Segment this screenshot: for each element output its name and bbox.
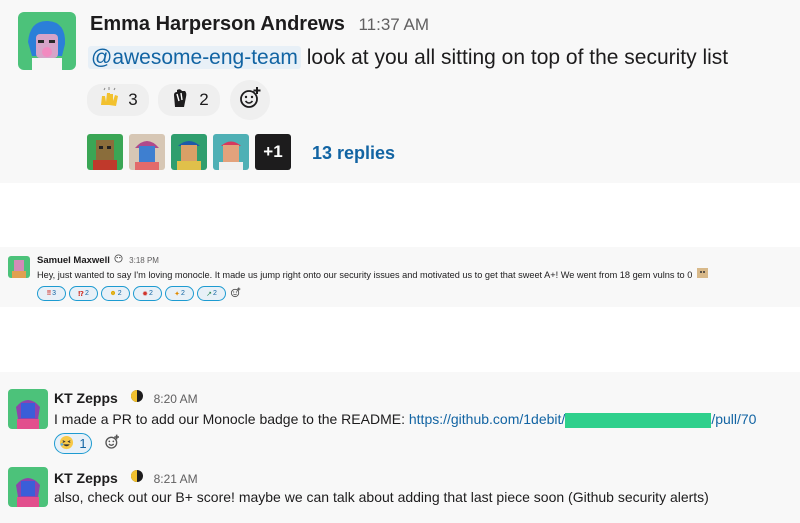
message-body: also, check out our B+ score! maybe we c…	[54, 489, 709, 505]
reaction-count: 2	[148, 290, 153, 297]
custom-emoji-icon	[694, 268, 708, 280]
reaction-chart-up[interactable]: ↗ 2	[197, 286, 226, 301]
reaction-raised-hands[interactable]: 3	[87, 84, 149, 116]
reaction-grinning-face[interactable]: ☻ 2	[101, 286, 130, 301]
reaction-count: 1	[79, 436, 87, 451]
message-body: Hey, just wanted to say I'm loving monoc…	[37, 268, 708, 280]
reaction-crab[interactable]: ✹ 2	[133, 286, 162, 301]
add-reaction-icon	[230, 285, 241, 303]
message-body: I made a PR to add our Monocle badge to …	[54, 411, 756, 428]
exclamation-question-icon: ⁉	[78, 290, 84, 298]
avatar[interactable]	[8, 389, 48, 429]
reaction-laughing[interactable]: 1	[54, 433, 92, 454]
avatar[interactable]	[8, 467, 48, 507]
reaction-count: 2	[180, 290, 185, 297]
author-name[interactable]: Samuel Maxwell	[37, 255, 110, 266]
message-kt-pr: KT Zepps 8:20 AM I made a PR to add our …	[0, 372, 800, 463]
author-name[interactable]: Emma Harperson Andrews	[90, 13, 345, 35]
reaction-count: 3	[128, 90, 138, 109]
message-header: KT Zepps 8:20 AM	[54, 389, 198, 406]
chart-up-icon: ↗	[206, 290, 212, 298]
half-moon-icon	[130, 470, 148, 486]
reaction-count: 2	[212, 290, 217, 297]
author-name[interactable]: KT Zepps	[54, 470, 118, 486]
replies-link[interactable]: 13 replies	[312, 143, 395, 164]
crab-icon: ✹	[142, 290, 148, 298]
pr-link-suffix[interactable]: /pull/70	[711, 411, 756, 427]
pr-link[interactable]: https://github.com/1debit/	[409, 411, 565, 427]
status-face-icon	[111, 254, 125, 266]
add-reaction-button[interactable]	[228, 286, 243, 301]
hand-icon	[169, 87, 191, 114]
add-reaction-icon	[238, 86, 262, 115]
message-text: look at you all sitting on top of the se…	[306, 46, 729, 69]
add-reaction-button[interactable]	[101, 433, 123, 455]
redacted-block	[565, 412, 712, 428]
timestamp[interactable]: 8:21 AM	[154, 472, 198, 486]
message-samuel: Samuel Maxwell 3:18 PM Hey, just wanted …	[0, 247, 800, 307]
add-reaction-icon	[104, 434, 120, 455]
grinning-face-icon: ☻	[109, 290, 117, 297]
reaction-count: 2	[117, 290, 122, 297]
half-moon-icon	[130, 390, 148, 406]
reaction-count: 3	[52, 290, 57, 297]
double-exclamation-icon: ‼	[46, 290, 52, 297]
reaction-double-exclamation[interactable]: ‼ 3	[37, 286, 66, 301]
reaction-count: 2	[199, 90, 209, 109]
more-repliers-count[interactable]: +1	[255, 134, 291, 170]
timestamp[interactable]: 11:37 AM	[358, 15, 429, 34]
team-mention[interactable]: @awesome-eng-team	[88, 46, 301, 69]
avatar[interactable]	[8, 256, 30, 278]
message-header: KT Zepps 8:21 AM	[54, 469, 198, 486]
laughing-face-icon	[59, 435, 74, 453]
add-reaction-button[interactable]	[230, 80, 270, 120]
message-header: Emma Harperson Andrews 11:37 AM	[90, 13, 429, 36]
message-body: @awesome-eng-team look at you all sittin…	[88, 46, 728, 70]
reply-avatar[interactable]	[87, 134, 123, 170]
reaction-count: 2	[84, 290, 89, 297]
timestamp[interactable]: 8:20 AM	[154, 392, 198, 406]
message-header: Samuel Maxwell 3:18 PM	[37, 254, 159, 266]
reply-avatar[interactable]	[213, 134, 249, 170]
author-name[interactable]: KT Zepps	[54, 390, 118, 406]
message-text: also, check out our B+ score! maybe we c…	[54, 489, 709, 505]
message-emma: Emma Harperson Andrews 11:37 AM @awesome…	[0, 0, 800, 183]
reaction-exclamation-question[interactable]: ⁉ 2	[69, 286, 98, 301]
message-text: I made a PR to add our Monocle badge to …	[54, 411, 405, 427]
reply-avatar[interactable]	[171, 134, 207, 170]
reply-avatar[interactable]	[129, 134, 165, 170]
timestamp[interactable]: 3:18 PM	[129, 256, 159, 265]
reaction-hand[interactable]: 2	[158, 84, 220, 116]
reaction-party-popper[interactable]: ✦ 2	[165, 286, 194, 301]
party-popper-icon: ✦	[174, 290, 180, 298]
message-text: Hey, just wanted to say I'm loving monoc…	[37, 270, 693, 280]
avatar[interactable]	[18, 12, 76, 70]
raised-hands-icon	[98, 86, 120, 114]
message-kt-score: KT Zepps 8:21 AM also, check out our B+ …	[0, 463, 800, 523]
